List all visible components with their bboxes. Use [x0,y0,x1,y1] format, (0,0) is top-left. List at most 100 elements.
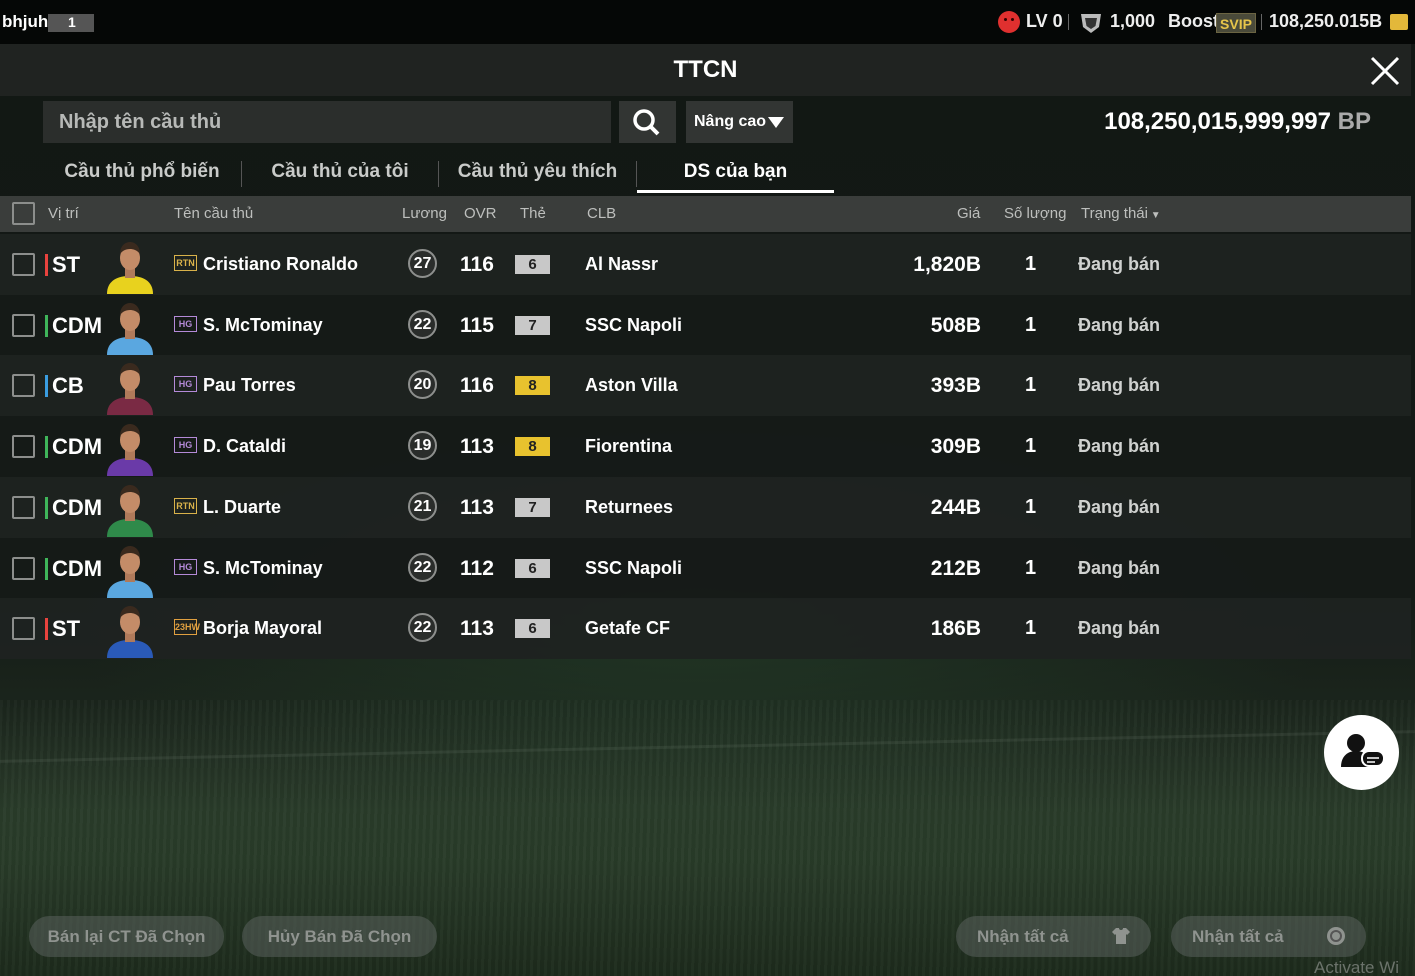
bp-amount: 108,250,015,999,997 [1104,108,1331,135]
table-row[interactable]: CB HG Pau Torres 20 116 8 Aston Villa 393B 1 Đang… [0,355,1411,417]
claim-all-coins-button[interactable]: Nhận tất cả [1171,916,1366,957]
listing-status: Đang bán [1078,314,1161,335]
close-icon[interactable] [1364,52,1404,92]
username: bhjuh [2,12,49,31]
player-position: CDM [45,309,102,343]
advanced-filter-label: Nâng cao [694,113,767,130]
player-name: Borja Mayoral [203,618,323,639]
row-checkbox[interactable] [12,374,35,398]
salary-badge: 20 [408,370,437,400]
resell-selected-button[interactable]: Bán lại CT Đã Chọn [29,916,224,957]
listing-price: 244B [930,495,981,519]
page-title: TTCN [673,56,738,83]
table-row[interactable]: ST RTN Cristiano Ronaldo 27 116 6 Al Nassr 1,82… [0,234,1411,295]
listing-quantity: 1 [1025,556,1037,579]
listing-price: 508B [930,313,981,337]
player-ovr: 116 [460,374,494,398]
card-level: 7 [515,315,550,335]
col-card[interactable]: Thẻ [520,196,546,232]
player-ovr: 112 [460,556,494,580]
col-club[interactable]: CLB [587,196,616,232]
listing-price: 309B [930,435,981,459]
shield-value: 1,000 [1110,11,1156,31]
col-ovr[interactable]: OVR [464,196,497,232]
row-checkbox[interactable] [12,435,35,459]
claim-all-button[interactable]: Nhận tất cả [956,916,1151,957]
player-name: Cristiano Ronaldo [203,254,359,274]
col-status-label: Trạng thái [1081,205,1148,222]
row-checkbox[interactable] [12,313,35,337]
tab-popular-players[interactable]: Cầu thủ phổ biến [43,155,241,193]
player-name: L. Duarte [203,496,282,517]
player-avatar [107,424,153,477]
boost-label: Boost [1168,11,1219,31]
card-season-badge: RTN [174,497,197,514]
player-position: ST [45,612,80,646]
chat-support-button[interactable] [1324,715,1399,790]
col-name[interactable]: Tên cầu thủ [174,196,253,232]
player-avatar [107,363,153,416]
table-header: Vị trí Tên cầu thủ Lương OVR Thẻ CLB Giá… [0,196,1411,232]
table-row[interactable]: CDM HG S. McTominay 22 115 7 SSC Napoli 508B 1 Đa… [0,294,1411,356]
table-row[interactable]: CDM HG S. McTominay 22 112 6 SSC Napoli 212B 1 Đa… [0,537,1411,599]
row-checkbox[interactable] [12,495,35,519]
card-level: 6 [515,558,550,578]
listing-status: Đang bán [1078,557,1161,578]
row-checkbox[interactable] [12,556,35,580]
row-checkbox[interactable] [12,253,35,276]
row-checkbox[interactable] [12,617,35,641]
search-button[interactable] [619,101,676,143]
player-position: CDM [45,552,102,586]
card-level: 8 [515,376,550,396]
search-input[interactable]: Nhập tên cầu thủ [43,101,611,143]
player-club: Aston Villa [585,375,678,396]
advanced-filter-dropdown[interactable]: Nâng cao [686,101,793,143]
card-season-badge: HG [174,437,197,454]
player-name: D. Cataldi [203,436,287,457]
card-season-badge: RTN [174,255,197,271]
card-level: 8 [515,437,550,457]
tab-favorite-players[interactable]: Cầu thủ yêu thích [439,155,636,193]
tab-your-listings[interactable]: DS của bạn [637,155,834,193]
card-season-badge: HG [174,558,197,575]
listing-status: Đang bán [1078,496,1161,517]
level-badge: 1 [48,14,94,32]
bp-unit: BP [1337,108,1371,135]
col-salary[interactable]: Lương [402,196,447,232]
top-bar: bhjuh 1 LV 0 1,000 Boost SVIP 108,250.01… [0,0,1415,44]
player-ovr: 116 [460,253,494,276]
listing-price: 1,820B [913,253,981,276]
player-position: CDM [45,491,102,525]
salary-badge: 27 [408,249,437,278]
listing-status: Đang bán [1078,618,1161,639]
chevron-down-icon [768,117,784,128]
listing-quantity: 1 [1025,617,1037,640]
table-row[interactable]: ST 23HW Borja Mayoral 22 113 6 Getafe CF 186B 1 Đ… [0,598,1411,660]
col-price[interactable]: Giá [957,196,980,232]
cancel-selected-button[interactable]: Hủy Bán Đã Chọn [242,916,437,957]
select-all-checkbox[interactable] [12,202,35,225]
user-chat-icon [1341,734,1385,767]
player-position: CDM [45,430,102,464]
listing-quantity: 1 [1025,374,1037,397]
player-avatar [107,545,153,598]
search-icon [633,109,660,136]
salary-badge: 19 [408,431,437,461]
col-quantity[interactable]: Số lượng [1004,196,1066,232]
salary-badge: 21 [408,491,437,521]
tab-bar: Cầu thủ phổ biến Cầu thủ của tôi Cầu thủ… [43,155,835,193]
col-status[interactable]: Trạng thái ▼ [1081,196,1161,234]
card-level: 6 [515,255,550,274]
player-club: Fiorentina [585,436,673,457]
card-season-badge: HG [174,376,197,393]
tab-my-players[interactable]: Cầu thủ của tôi [242,155,438,193]
os-watermark: Activate Wi [1314,958,1400,976]
level-text: LV 0 [1026,11,1063,31]
claim-all-coins-label: Nhận tất cả [1192,927,1284,946]
player-avatar [107,606,153,659]
player-ovr: 115 [460,313,494,337]
listing-quantity: 1 [1025,313,1037,336]
col-position[interactable]: Vị trí [48,196,79,232]
table-row[interactable]: CDM HG D. Cataldi 19 113 8 Fiorentina 309B 1 Đang… [0,416,1411,478]
table-row[interactable]: CDM RTN L. Duarte 21 113 7 Returnees 244B 1 Đang … [0,476,1411,538]
